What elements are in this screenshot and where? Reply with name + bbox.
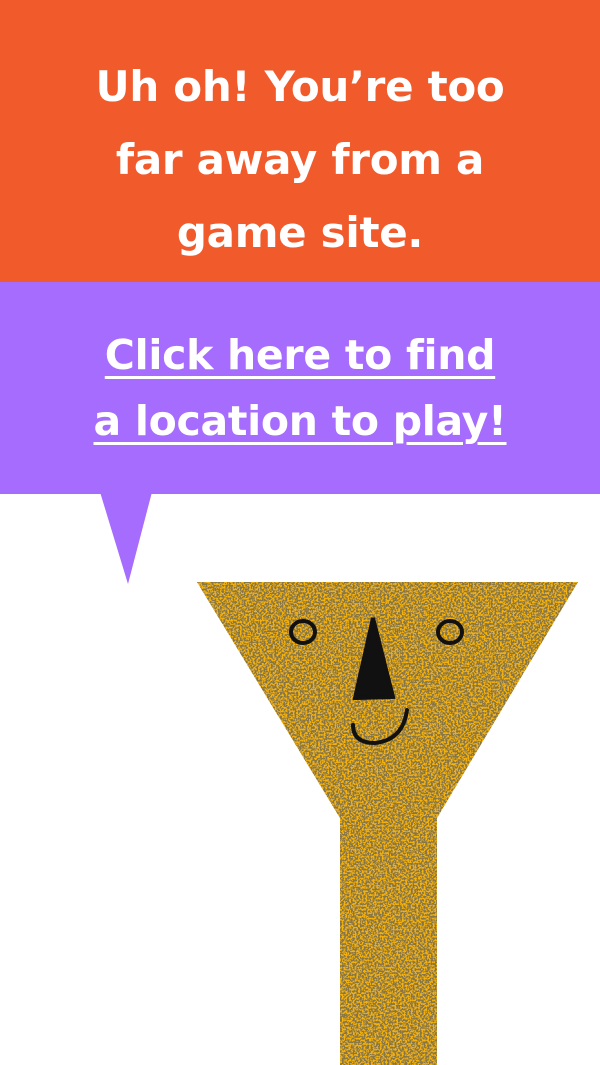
warning-line-2: far away from a [115, 135, 485, 184]
find-location-link[interactable]: Click here to find a location to play! [0, 322, 600, 454]
link-line-1[interactable]: Click here to find [0, 322, 600, 388]
warning-line-3: game site. [176, 208, 424, 257]
warning-line-1: Uh oh! You’re too [95, 62, 505, 111]
link-line-2[interactable]: a location to play! [0, 388, 600, 454]
speech-bubble-tail [100, 492, 152, 584]
mascot-body [197, 582, 578, 1065]
distance-warning-banner: Uh oh! You’re too far away from a game s… [0, 0, 600, 282]
funnel-character-icon [197, 582, 578, 1065]
geo-block-screen: Uh oh! You’re too far away from a game s… [0, 0, 600, 1065]
